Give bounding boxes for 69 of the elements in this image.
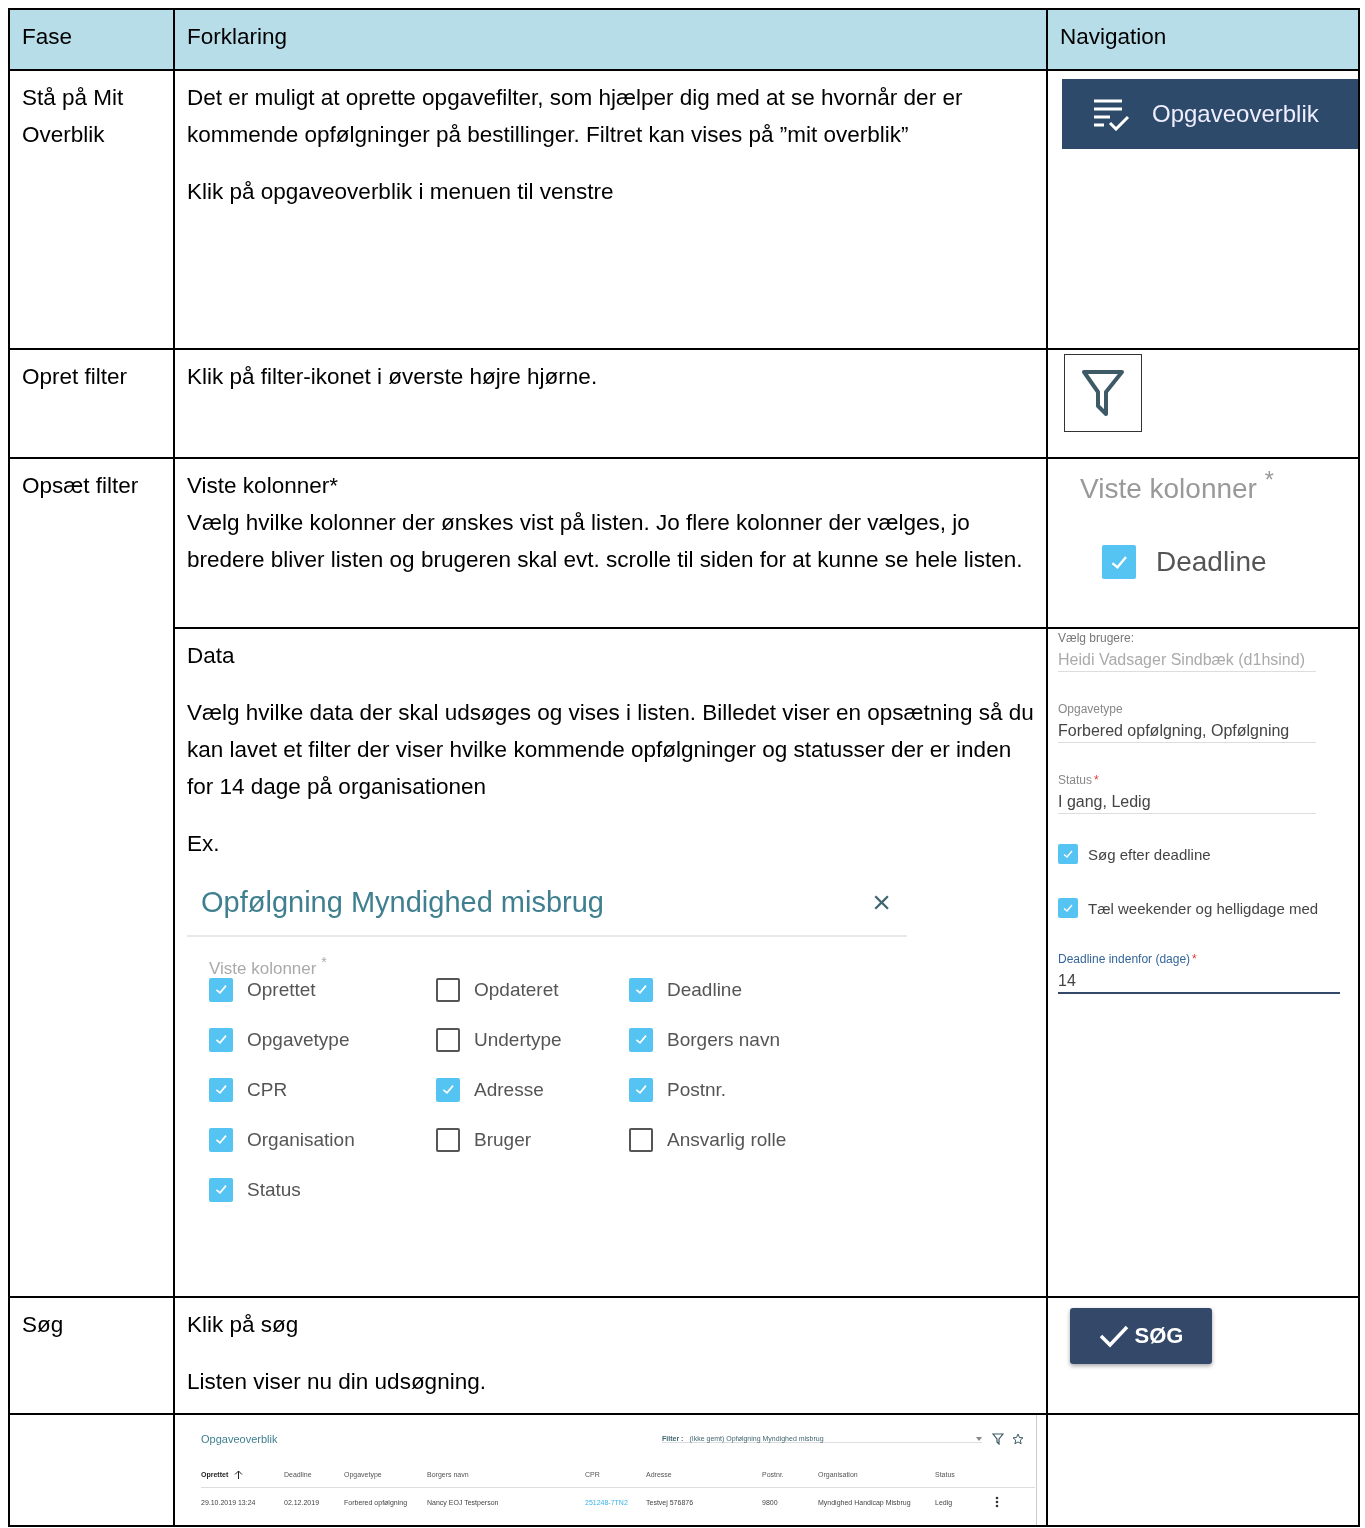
checkbox-label: Status — [247, 1178, 301, 1201]
checkbox-label: Opdateret — [474, 978, 559, 1001]
checkbox[interactable] — [629, 977, 653, 1002]
explanation-text: Det er muligt at oprette opgavefilter, som hjælper dig med at se hvornår der er kommende opfølgninger på bestillinger. Filtret kan vises på ”mit overblik” — [187, 84, 964, 149]
list-check-icon — [1092, 97, 1130, 131]
explanation-text: Vælg hvilke data der skal udsøges og vises i listen. Billedet viser en opsætning så du kan lavet et filter der viser hvilke kommende opfølgninger og statusser der er inden for 14 dage på organisationen — [187, 699, 1034, 801]
phase-text: Opret filter — [22, 363, 129, 391]
checkbox-label: Undertype — [474, 1028, 562, 1051]
checkbox[interactable] — [436, 1077, 460, 1102]
checkbox-label: Opgavetype — [247, 1028, 350, 1051]
explanation-text: Viste kolonner* Vælg hvilke kolonner der ønskes vist på listen. Jo flere kolonner der vælges, jo bredere bliver listen og brugeren skal evt. scrolle til siden for at kunne se hele listen. — [187, 472, 1024, 574]
input-field[interactable]: Status * I gang, Ledig — [1058, 773, 1316, 814]
checkbox-label: Deadline — [1156, 546, 1267, 579]
checkbox-label: Bruger — [474, 1128, 532, 1151]
checkbox-label: Adresse — [474, 1078, 544, 1101]
star-icon[interactable] — [1012, 1433, 1024, 1445]
checkbox[interactable] — [209, 1027, 233, 1052]
checkbox[interactable] — [629, 1027, 653, 1052]
check-icon — [1062, 848, 1074, 860]
checkbox[interactable] — [629, 1077, 653, 1102]
page-title: Opgaveoverblik — [201, 1433, 279, 1445]
checkbox-label: Postnr. — [667, 1078, 727, 1101]
phase-text: Søg — [22, 1311, 65, 1339]
column-header: Fase — [22, 23, 74, 51]
search-button[interactable]: SØG — [1070, 1308, 1212, 1364]
more-icon[interactable] — [995, 1496, 999, 1508]
checkbox[interactable] — [209, 1077, 233, 1102]
sort-up-icon — [234, 1469, 244, 1479]
input-field[interactable]: Deadline indenfor (dage) * 14 — [1058, 952, 1340, 994]
checkbox-label: Deadline — [667, 978, 742, 1001]
menu-item[interactable]: Opgaveoverblik — [1062, 79, 1358, 149]
column-header: Forklaring — [187, 23, 289, 51]
checkbox-label: Søg efter deadline — [1088, 845, 1211, 863]
checkbox-label: CPR — [247, 1078, 288, 1101]
checkbox[interactable] — [1058, 898, 1078, 918]
explanation-text: Klik på opgaveoverblik i menuen til venstre — [187, 178, 615, 206]
checkbox[interactable] — [1102, 545, 1136, 580]
checkbox[interactable] — [629, 1127, 653, 1152]
check-icon — [1062, 902, 1074, 914]
check-icon — [1098, 1324, 1129, 1348]
filter-icon — [1080, 368, 1126, 418]
checkbox[interactable] — [436, 1027, 460, 1052]
explanation-text: Ex. — [187, 830, 221, 858]
checkbox[interactable] — [209, 1127, 233, 1152]
field-label: Viste kolonner $^{*}$ — [209, 953, 328, 978]
explanation-text: Klik på søg — [187, 1311, 300, 1339]
phase-text: Opsæt filter — [22, 472, 140, 500]
close-button[interactable]: × — [872, 884, 895, 921]
checkbox-label: Organisation — [247, 1128, 355, 1151]
checkbox-label: Borgers navn — [667, 1028, 780, 1051]
explanation-text: Data — [187, 642, 236, 670]
explanation-text: Listen viser nu din udsøgning. — [187, 1368, 487, 1396]
explanation-text: Klik på filter-ikonet i øverste højre hjørne. — [187, 363, 599, 391]
filter-icon[interactable] — [992, 1433, 1004, 1445]
filter-button[interactable] — [1064, 354, 1142, 432]
checkbox[interactable] — [436, 977, 460, 1002]
field-label: Viste kolonner $^{*}$ — [1080, 467, 1275, 506]
checkbox[interactable] — [1058, 844, 1078, 864]
checkbox[interactable] — [436, 1127, 460, 1152]
caret-icon — [976, 1436, 982, 1441]
checkbox-label: Tæl weekender og helligdage med — [1088, 899, 1319, 917]
column-header: Navigation — [1060, 23, 1168, 51]
phase-text: Stå på Mit Overblik — [22, 84, 125, 149]
checkbox-label: Oprettet — [247, 978, 316, 1001]
checkbox-label: Ansvarlig rolle — [667, 1128, 787, 1151]
checkbox[interactable] — [209, 1177, 233, 1202]
checkbox[interactable] — [209, 977, 233, 1002]
input-field[interactable]: Opgavetype Forbered opfølgning, Opfølgning — [1058, 702, 1316, 743]
dialog-title: Opfølgning Myndighed misbrug — [201, 886, 604, 919]
